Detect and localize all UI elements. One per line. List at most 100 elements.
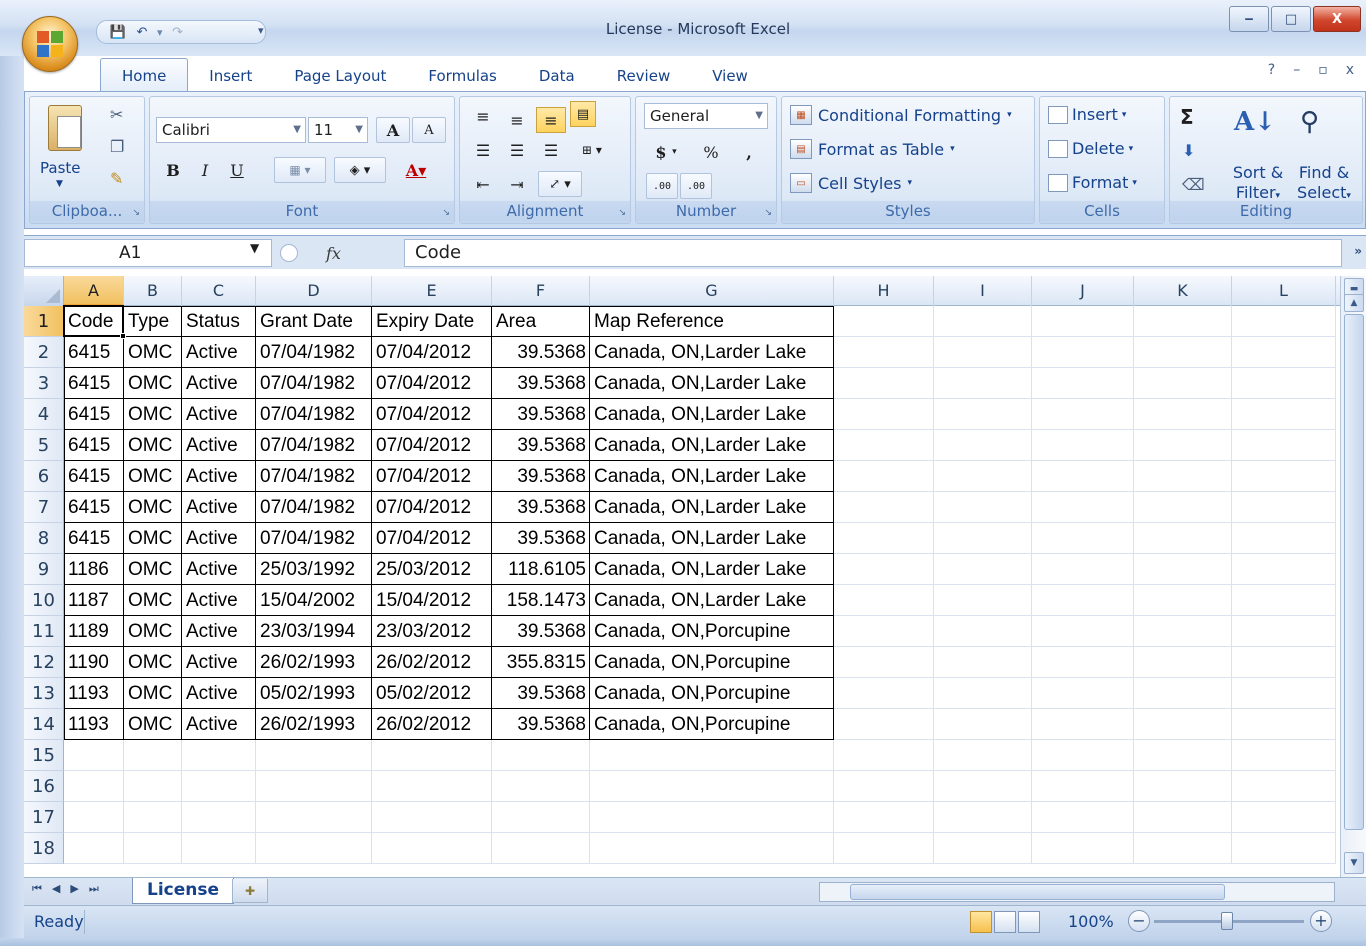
align-top-icon[interactable]: ≡ [468,103,498,129]
table-header-cell[interactable]: Type [125,306,181,337]
font-size-combo[interactable]: 11 ▼ [308,117,368,143]
table-cell[interactable]: Active [183,616,255,647]
column-header-h[interactable]: H [834,276,934,306]
find-select-icon[interactable]: ⚲ [1300,107,1319,137]
percent-button[interactable]: % [698,139,724,165]
table-cell[interactable]: Canada, ON,Larder Lake [591,461,833,492]
row-header-10[interactable]: 10 [24,585,64,616]
orientation-icon[interactable]: ⤢ ▾ [538,171,582,197]
row-header-6[interactable]: 6 [24,461,64,492]
table-cell[interactable]: Canada, ON,Larder Lake [591,368,833,399]
table-cell[interactable]: 39.5368 [493,399,589,430]
tab-insert[interactable]: Insert [188,60,273,92]
workbook-close-icon[interactable]: x [1346,62,1354,78]
sort-filter-icon[interactable]: A↓ [1234,107,1276,137]
row-header-15[interactable]: 15 [24,740,64,771]
table-cell[interactable]: 07/04/2012 [373,523,491,554]
table-cell[interactable]: Canada, ON,Larder Lake [591,337,833,368]
table-cell[interactable]: 26/02/1993 [257,709,371,740]
column-header-j[interactable]: J [1032,276,1134,306]
formula-input[interactable]: Code [404,239,1342,267]
table-cell[interactable]: Canada, ON,Porcupine [591,709,833,740]
help-icon[interactable]: ? [1268,62,1275,78]
table-cell[interactable]: 07/04/1982 [257,461,371,492]
paste-icon[interactable] [48,105,82,151]
table-cell[interactable]: 25/03/2012 [373,554,491,585]
table-cell[interactable]: Canada, ON,Larder Lake [591,492,833,523]
table-cell[interactable]: 39.5368 [493,616,589,647]
table-cell[interactable]: Active [183,368,255,399]
row-header-14[interactable]: 14 [24,709,64,740]
table-header-cell[interactable]: Expiry Date [373,306,491,337]
table-cell[interactable]: Active [183,430,255,461]
zoom-out-icon[interactable]: − [1128,910,1150,932]
row-header-8[interactable]: 8 [24,523,64,554]
normal-view-icon[interactable] [970,911,992,933]
table-cell[interactable]: OMC [125,585,181,616]
workbook-minimize-icon[interactable]: – [1293,62,1300,78]
underline-button[interactable]: U [222,157,252,183]
horizontal-scrollbar[interactable] [819,882,1335,902]
table-cell[interactable]: 07/04/2012 [373,492,491,523]
table-cell[interactable]: OMC [125,399,181,430]
font-color-button[interactable]: A ▾ [390,157,442,183]
table-header-cell[interactable]: Status [183,306,255,337]
table-cell[interactable]: Canada, ON,Larder Lake [591,399,833,430]
font-name-combo[interactable]: Calibri ▼ [156,117,306,143]
table-cell[interactable]: 26/02/2012 [373,709,491,740]
zoom-slider-thumb[interactable] [1221,912,1233,930]
paste-dropdown-icon[interactable]: ▼ [56,179,63,189]
fill-color-button[interactable]: ◈ ▾ [334,157,386,183]
row-header-3[interactable]: 3 [24,368,64,399]
column-header-a[interactable]: A [64,276,124,306]
cut-icon[interactable]: ✂ [110,105,123,124]
zoom-in-icon[interactable]: + [1310,910,1332,932]
row-header-1[interactable]: 1 [24,306,64,337]
table-header-cell[interactable]: Grant Date [257,306,371,337]
table-cell[interactable]: Canada, ON,Larder Lake [591,523,833,554]
table-cell[interactable]: OMC [125,492,181,523]
currency-button[interactable]: $ ▾ [646,139,686,165]
table-cell[interactable]: OMC [125,647,181,678]
table-cell[interactable]: 6415 [65,337,123,368]
table-cell[interactable]: 39.5368 [493,337,589,368]
find-select-button[interactable]: Find & Select▾ [1292,163,1356,206]
table-cell[interactable]: 07/04/1982 [257,368,371,399]
row-header-17[interactable]: 17 [24,802,64,833]
format-as-table-button[interactable]: ▤ Format as Table ▾ [790,139,955,159]
sort-filter-button[interactable]: Sort & Filter▾ [1228,163,1288,206]
format-cells-button[interactable]: Format ▾ [1048,173,1137,192]
row-header-9[interactable]: 9 [24,554,64,585]
table-cell[interactable]: 6415 [65,368,123,399]
table-cell[interactable]: 26/02/1993 [257,647,371,678]
table-cell[interactable]: 25/03/1992 [257,554,371,585]
row-header-4[interactable]: 4 [24,399,64,430]
column-header-c[interactable]: C [182,276,256,306]
delete-cells-button[interactable]: Delete ▾ [1048,139,1133,158]
vertical-scroll-thumb[interactable] [1344,314,1364,830]
table-cell[interactable]: Canada, ON,Porcupine [591,647,833,678]
autosum-icon[interactable]: Σ [1180,105,1194,129]
number-launcher-icon[interactable]: ↘ [764,208,772,218]
paste-button[interactable]: Paste [40,159,81,177]
table-cell[interactable]: 1193 [65,709,123,740]
row-header-12[interactable]: 12 [24,647,64,678]
copy-icon[interactable]: ❐ [110,137,124,156]
scroll-down-icon[interactable]: ▼ [1344,852,1364,874]
table-cell[interactable]: OMC [125,523,181,554]
align-center-icon[interactable]: ☰ [502,137,532,163]
zoom-level[interactable]: 100% [1068,912,1114,931]
table-cell[interactable]: Active [183,647,255,678]
table-cell[interactable]: 118.6105 [493,554,589,585]
table-cell[interactable]: OMC [125,616,181,647]
tab-formulas[interactable]: Formulas [407,60,517,92]
page-break-view-icon[interactable] [1018,911,1040,933]
table-cell[interactable]: 07/04/1982 [257,492,371,523]
table-header-cell[interactable]: Area [493,306,589,337]
table-cell[interactable]: 07/04/1982 [257,523,371,554]
table-cell[interactable]: 1190 [65,647,123,678]
decrease-indent-icon[interactable]: ⇤ [468,171,498,197]
next-sheet-icon[interactable]: ▶ [70,882,78,896]
table-cell[interactable]: 39.5368 [493,678,589,709]
table-cell[interactable]: Active [183,492,255,523]
